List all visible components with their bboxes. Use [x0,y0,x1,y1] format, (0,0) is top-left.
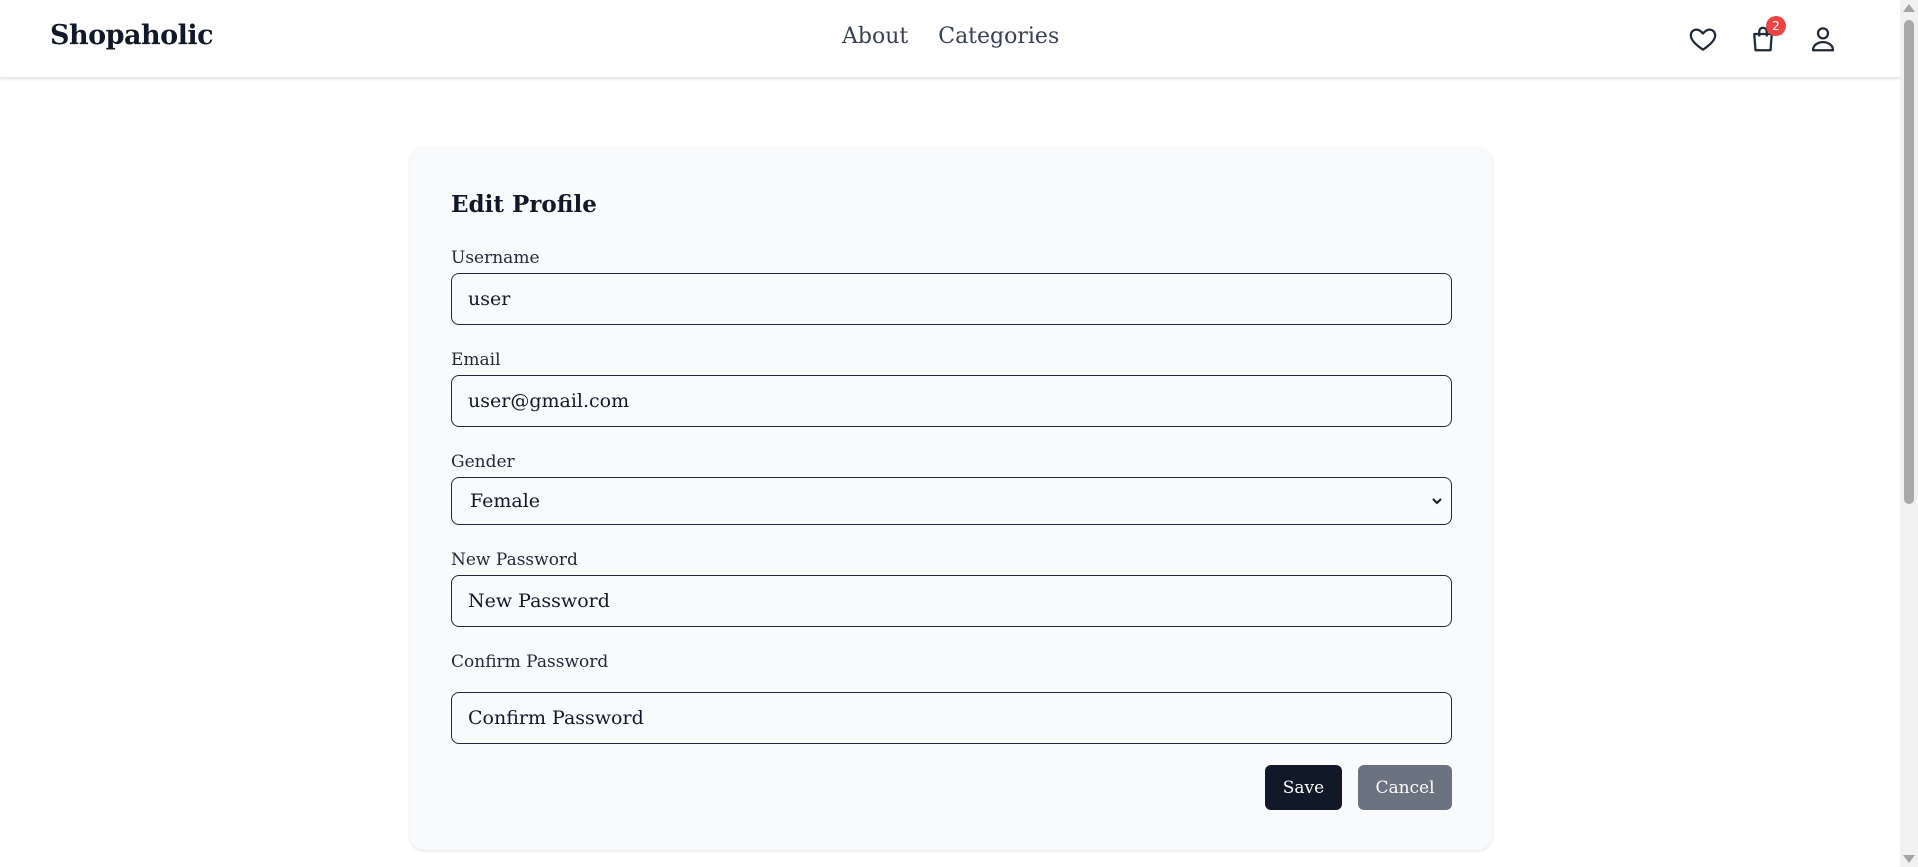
confirm-password-label: Confirm Password [451,652,609,672]
new-password-label: New Password [451,550,578,570]
confirm-password-field[interactable] [451,692,1452,744]
gender-label: Gender [451,452,515,472]
save-button[interactable]: Save [1265,765,1342,810]
navbar: Shopaholic About Categories 2 [0,0,1900,78]
header-icons: 2 [1686,16,1840,58]
page-scrollbar[interactable] [1900,0,1918,867]
edit-profile-card: Edit Profile Username Email Gender Femal… [410,147,1492,850]
email-label: Email [451,350,501,370]
nav-link-categories[interactable]: Categories [938,24,1059,49]
gender-select[interactable]: Female [451,477,1452,525]
nav-link-about[interactable]: About [842,24,908,49]
wishlist-button[interactable] [1686,20,1720,58]
brand-logo[interactable]: Shopaholic [50,20,214,51]
heart-icon [1689,28,1717,51]
cart-button[interactable]: 2 [1746,16,1786,58]
main-nav: About Categories [842,24,1059,49]
account-button[interactable] [1806,20,1840,58]
new-password-field[interactable] [451,575,1452,627]
cart-count-badge: 2 [1766,16,1786,36]
cancel-button[interactable]: Cancel [1358,765,1452,810]
chevron-down-icon [1432,498,1442,505]
user-icon [1811,27,1835,52]
gender-selected-value: Female [470,490,541,512]
scroll-down-arrow-icon[interactable] [1903,855,1915,863]
page-title: Edit Profile [451,191,597,218]
username-field[interactable] [451,273,1452,325]
username-label: Username [451,248,540,268]
scrollbar-thumb[interactable] [1904,20,1914,504]
scroll-up-arrow-icon[interactable] [1903,4,1915,12]
email-field[interactable] [451,375,1452,427]
